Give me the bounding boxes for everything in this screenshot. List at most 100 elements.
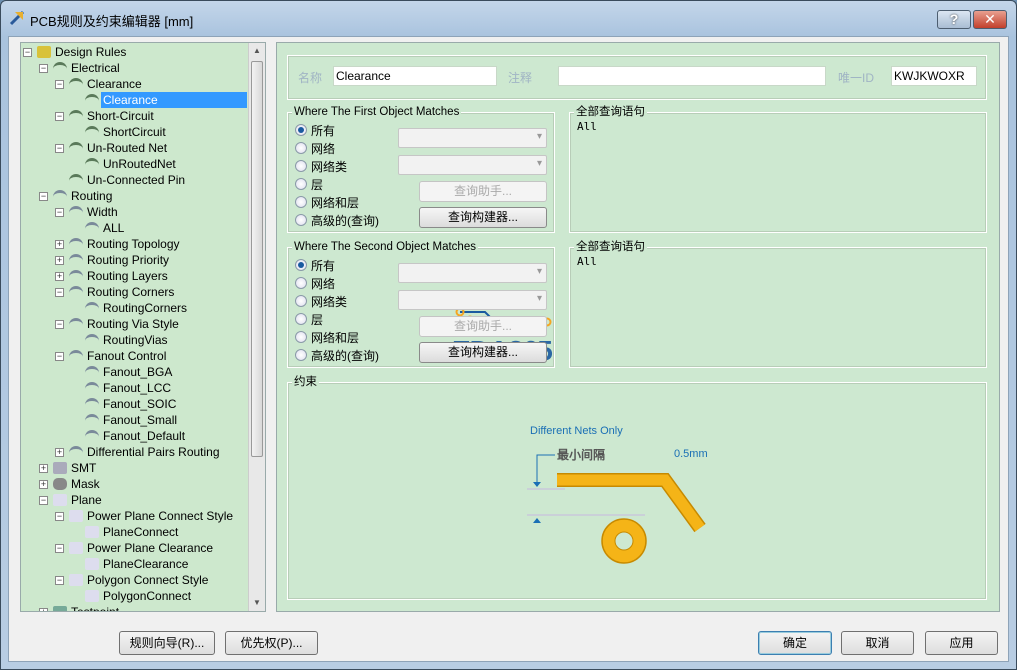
radio-button[interactable] xyxy=(295,259,307,271)
name-input[interactable]: Clearance xyxy=(333,66,497,86)
query-builder-button[interactable]: 查询构建器... xyxy=(419,342,547,363)
collapse-icon[interactable]: − xyxy=(55,112,64,121)
expand-icon[interactable]: + xyxy=(55,240,64,249)
radio-label[interactable]: 所有 xyxy=(311,257,335,274)
rule-wizard-button[interactable]: 规则向导(R)... xyxy=(119,631,215,655)
tree-item[interactable]: UnRoutedNet xyxy=(21,156,249,172)
help-button[interactable]: ? xyxy=(937,10,971,29)
radio-button[interactable] xyxy=(295,124,307,136)
collapse-icon[interactable]: − xyxy=(23,48,32,57)
radio-button[interactable] xyxy=(295,295,307,307)
tree-item[interactable]: Fanout_BGA xyxy=(21,364,249,380)
expand-icon[interactable]: + xyxy=(55,448,64,457)
tree-item[interactable]: RoutingVias xyxy=(21,332,249,348)
net-combo[interactable] xyxy=(398,128,547,148)
radio-button[interactable] xyxy=(295,160,307,172)
radio-button[interactable] xyxy=(295,142,307,154)
scroll-thumb[interactable] xyxy=(251,61,263,457)
tree-item[interactable]: PolygonConnect xyxy=(21,588,249,604)
collapse-icon[interactable]: − xyxy=(55,544,64,553)
collapse-icon[interactable]: − xyxy=(55,80,64,89)
radio-label[interactable]: 所有 xyxy=(311,122,335,139)
radio-button[interactable] xyxy=(295,349,307,361)
query-builder-button[interactable]: 查询构建器... xyxy=(419,207,547,228)
query-text[interactable]: All xyxy=(577,255,597,268)
tree-item[interactable]: − Short-Circuit xyxy=(21,108,249,124)
collapse-icon[interactable]: − xyxy=(55,576,64,585)
tree-item[interactable]: − Routing Corners xyxy=(21,284,249,300)
tree-item[interactable]: ShortCircuit xyxy=(21,124,249,140)
close-button[interactable]: ✕ xyxy=(973,10,1007,29)
net-class-combo[interactable] xyxy=(398,290,547,310)
ok-button[interactable]: 确定 xyxy=(758,631,832,655)
tree-item[interactable]: RoutingCorners xyxy=(21,300,249,316)
radio-button[interactable] xyxy=(295,313,307,325)
tree-item[interactable]: − Plane xyxy=(21,492,249,508)
collapse-icon[interactable]: − xyxy=(39,496,48,505)
collapse-icon[interactable]: − xyxy=(39,64,48,73)
tree-item[interactable]: Fanout_LCC xyxy=(21,380,249,396)
comment-input[interactable] xyxy=(558,66,826,86)
radio-label[interactable]: 网络类 xyxy=(311,293,347,310)
radio-button[interactable] xyxy=(295,277,307,289)
collapse-icon[interactable]: − xyxy=(55,320,64,329)
scroll-down-icon[interactable]: ▼ xyxy=(249,595,265,611)
tree-item[interactable]: PlaneClearance xyxy=(21,556,249,572)
tree-item[interactable]: Fanout_SOIC xyxy=(21,396,249,412)
tree-item[interactable]: − Un-Routed Net xyxy=(21,140,249,156)
expand-icon[interactable]: + xyxy=(55,272,64,281)
unique-id-input[interactable]: KWJKWOXR xyxy=(891,66,977,86)
net-combo[interactable] xyxy=(398,263,547,283)
tree-item[interactable]: − Polygon Connect Style xyxy=(21,572,249,588)
radio-button[interactable] xyxy=(295,214,307,226)
collapse-icon[interactable]: − xyxy=(55,512,64,521)
expand-icon[interactable]: + xyxy=(39,608,48,611)
radio-label[interactable]: 网络 xyxy=(311,275,335,292)
collapse-icon[interactable]: − xyxy=(55,144,64,153)
apply-button[interactable]: 应用 xyxy=(925,631,998,655)
tree-item[interactable]: − Routing Via Style xyxy=(21,316,249,332)
tree-item[interactable]: Un-Connected Pin xyxy=(21,172,249,188)
tree-item[interactable]: Fanout_Small xyxy=(21,412,249,428)
collapse-icon[interactable]: − xyxy=(55,288,64,297)
tree-item[interactable]: − Routing xyxy=(21,188,249,204)
tree-item[interactable]: + Routing Layers xyxy=(21,268,249,284)
tree-item[interactable]: + Testpoint xyxy=(21,604,249,611)
tree-item[interactable]: − Width xyxy=(21,204,249,220)
query-helper-button[interactable]: 查询助手... xyxy=(419,316,547,337)
tree-item[interactable]: − Electrical xyxy=(21,60,249,76)
tree-item[interactable]: ALL xyxy=(21,220,249,236)
expand-icon[interactable]: + xyxy=(39,464,48,473)
tree-item[interactable]: Clearance xyxy=(21,92,249,108)
tree-item[interactable]: − Clearance xyxy=(21,76,249,92)
radio-label[interactable]: 网络和层 xyxy=(311,329,359,346)
radio-label[interactable]: 网络类 xyxy=(311,158,347,175)
query-helper-button[interactable]: 查询助手... xyxy=(419,181,547,202)
radio-button[interactable] xyxy=(295,178,307,190)
collapse-icon[interactable]: − xyxy=(55,352,64,361)
tree-item[interactable]: + SMT xyxy=(21,460,249,476)
rules-tree[interactable]: − Design Rules − Electrical − Clearance Cleara… xyxy=(20,42,266,612)
tree-item[interactable]: + Routing Priority xyxy=(21,252,249,268)
collapse-icon[interactable]: − xyxy=(55,208,64,217)
priorities-button[interactable]: 优先权(P)... xyxy=(225,631,318,655)
radio-label[interactable]: 网络和层 xyxy=(311,194,359,211)
radio-label[interactable]: 层 xyxy=(311,311,323,328)
tree-item[interactable]: − Fanout Control xyxy=(21,348,249,364)
radio-label[interactable]: 高级的(查询) xyxy=(311,347,379,364)
tree-item[interactable]: Fanout_Default xyxy=(21,428,249,444)
tree-item[interactable]: − Power Plane Connect Style xyxy=(21,508,249,524)
radio-label[interactable]: 网络 xyxy=(311,140,335,157)
query-text[interactable]: All xyxy=(577,120,597,133)
radio-label[interactable]: 层 xyxy=(311,176,323,193)
tree-scrollbar[interactable]: ▲ ▼ xyxy=(248,43,265,611)
cancel-button[interactable]: 取消 xyxy=(841,631,914,655)
tree-item[interactable]: + Differential Pairs Routing xyxy=(21,444,249,460)
radio-button[interactable] xyxy=(295,196,307,208)
expand-icon[interactable]: + xyxy=(39,480,48,489)
scroll-up-icon[interactable]: ▲ xyxy=(249,43,265,59)
tree-item[interactable]: PlaneConnect xyxy=(21,524,249,540)
radio-button[interactable] xyxy=(295,331,307,343)
net-class-combo[interactable] xyxy=(398,155,547,175)
collapse-icon[interactable]: − xyxy=(39,192,48,201)
